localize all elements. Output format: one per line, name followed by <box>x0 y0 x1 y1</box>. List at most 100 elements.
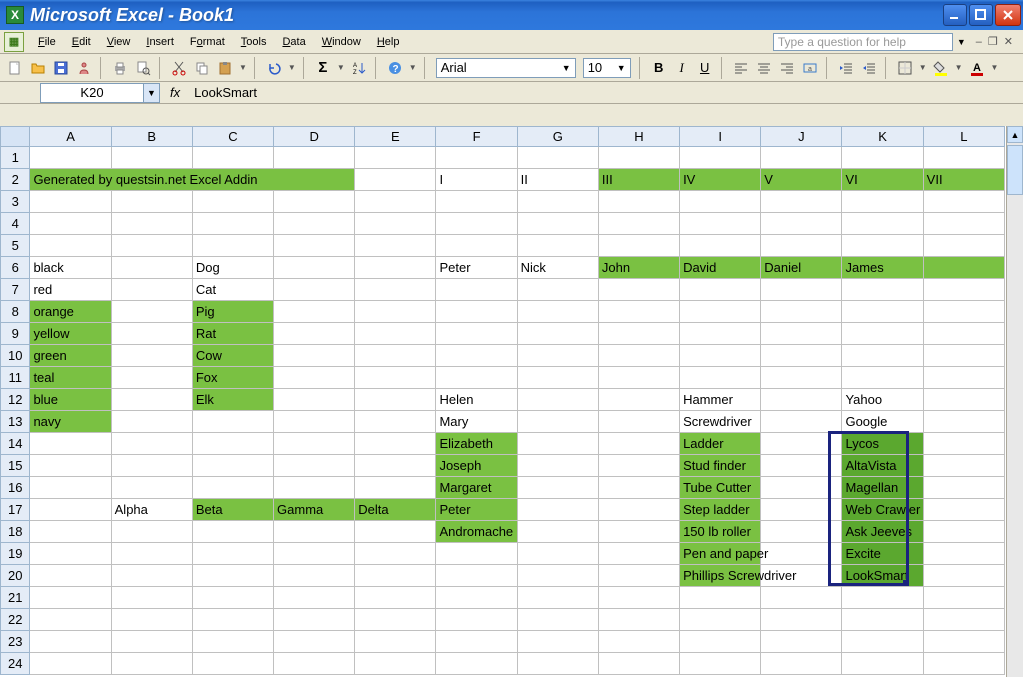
formula-input[interactable]: LookSmart <box>190 85 1023 100</box>
cell-C21[interactable] <box>192 587 273 609</box>
cell-H6[interactable]: John <box>598 257 679 279</box>
cell-L8[interactable] <box>923 301 1004 323</box>
row-header-21[interactable]: 21 <box>1 587 30 609</box>
font-name-combo[interactable]: Arial ▼ <box>436 58 576 78</box>
cell-I6[interactable]: David <box>680 257 761 279</box>
cell-H4[interactable] <box>598 213 679 235</box>
cell-H9[interactable] <box>598 323 679 345</box>
column-header-K[interactable]: K <box>842 127 923 147</box>
cell-F19[interactable] <box>436 543 517 565</box>
cell-C8[interactable]: Pig <box>192 301 273 323</box>
cell-A11[interactable]: teal <box>30 367 111 389</box>
cell-A6[interactable]: black <box>30 257 111 279</box>
cell-F15[interactable]: Joseph <box>436 455 517 477</box>
cell-A13[interactable]: navy <box>30 411 111 433</box>
cell-B3[interactable] <box>111 191 192 213</box>
menu-file[interactable]: File <box>30 33 64 51</box>
window-maximize-button[interactable] <box>969 4 993 26</box>
cell-E5[interactable] <box>355 235 436 257</box>
cell-I16[interactable]: Tube Cutter <box>680 477 761 499</box>
name-box[interactable]: K20 ▼ <box>40 83 160 103</box>
cell-H14[interactable] <box>598 433 679 455</box>
cell-D14[interactable] <box>274 433 355 455</box>
cell-F20[interactable] <box>436 565 517 587</box>
cell-A7[interactable]: red <box>30 279 111 301</box>
cell-G5[interactable] <box>517 235 598 257</box>
cell-D10[interactable] <box>274 345 355 367</box>
column-header-I[interactable]: I <box>680 127 761 147</box>
cell-L11[interactable] <box>923 367 1004 389</box>
menu-insert[interactable]: Insert <box>138 33 182 51</box>
cell-F1[interactable] <box>436 147 517 169</box>
cell-C10[interactable]: Cow <box>192 345 273 367</box>
cell-B11[interactable] <box>111 367 192 389</box>
row-header-8[interactable]: 8 <box>1 301 30 323</box>
cell-L7[interactable] <box>923 279 1004 301</box>
cell-E14[interactable] <box>355 433 436 455</box>
cell-A20[interactable] <box>30 565 111 587</box>
cell-L17[interactable] <box>923 499 1004 521</box>
help-search-box[interactable]: Type a question for help <box>773 33 953 51</box>
doc-minimize-button[interactable]: – <box>974 36 984 48</box>
align-left-icon[interactable] <box>730 57 752 79</box>
cell-D21[interactable] <box>274 587 355 609</box>
cell-C22[interactable] <box>192 609 273 631</box>
cell-L22[interactable] <box>923 609 1004 631</box>
cell-B19[interactable] <box>111 543 192 565</box>
cell-K16[interactable]: Magellan <box>842 477 923 499</box>
cell-B4[interactable] <box>111 213 192 235</box>
cell-A4[interactable] <box>30 213 111 235</box>
doc-close-button[interactable]: ✕ <box>1002 35 1015 48</box>
row-header-23[interactable]: 23 <box>1 631 30 653</box>
window-close-button[interactable] <box>995 4 1021 26</box>
cell-C13[interactable] <box>192 411 273 433</box>
cell-C3[interactable] <box>192 191 273 213</box>
cell-F4[interactable] <box>436 213 517 235</box>
cell-H13[interactable] <box>598 411 679 433</box>
cell-E10[interactable] <box>355 345 436 367</box>
cell-G24[interactable] <box>517 653 598 675</box>
menu-data[interactable]: Data <box>274 33 313 51</box>
cell-E2[interactable] <box>355 169 436 191</box>
cell-I24[interactable] <box>680 653 761 675</box>
cell-I11[interactable] <box>680 367 761 389</box>
cell-J13[interactable] <box>761 411 842 433</box>
cell-I10[interactable] <box>680 345 761 367</box>
column-header-E[interactable]: E <box>355 127 436 147</box>
cell-L20[interactable] <box>923 565 1004 587</box>
font-color-dropdown-icon[interactable]: ▼ <box>989 63 1001 72</box>
cell-E7[interactable] <box>355 279 436 301</box>
cell-F5[interactable] <box>436 235 517 257</box>
cell-I12[interactable]: Hammer <box>680 389 761 411</box>
cell-B18[interactable] <box>111 521 192 543</box>
cell-I22[interactable] <box>680 609 761 631</box>
cell-C4[interactable] <box>192 213 273 235</box>
cell-F16[interactable]: Margaret <box>436 477 517 499</box>
cell-J14[interactable] <box>761 433 842 455</box>
cell-D6[interactable] <box>274 257 355 279</box>
cell-E9[interactable] <box>355 323 436 345</box>
cell-I14[interactable]: Ladder <box>680 433 761 455</box>
cell-K14[interactable]: Lycos <box>842 433 923 455</box>
cell-A21[interactable] <box>30 587 111 609</box>
cell-A18[interactable] <box>30 521 111 543</box>
column-header-G[interactable]: G <box>517 127 598 147</box>
cell-I3[interactable] <box>680 191 761 213</box>
cell-I20[interactable]: Phillips Screwdriver <box>680 565 761 587</box>
cell-E18[interactable] <box>355 521 436 543</box>
cell-A16[interactable] <box>30 477 111 499</box>
cell-B6[interactable] <box>111 257 192 279</box>
row-header-5[interactable]: 5 <box>1 235 30 257</box>
print-preview-icon[interactable] <box>132 57 154 79</box>
cell-G12[interactable] <box>517 389 598 411</box>
cell-D23[interactable] <box>274 631 355 653</box>
cell-D12[interactable] <box>274 389 355 411</box>
column-header-B[interactable]: B <box>111 127 192 147</box>
scroll-thumb[interactable] <box>1007 145 1023 195</box>
cell-K10[interactable] <box>842 345 923 367</box>
row-header-11[interactable]: 11 <box>1 367 30 389</box>
row-header-3[interactable]: 3 <box>1 191 30 213</box>
open-file-icon[interactable] <box>27 57 49 79</box>
cell-G8[interactable] <box>517 301 598 323</box>
cell-B7[interactable] <box>111 279 192 301</box>
